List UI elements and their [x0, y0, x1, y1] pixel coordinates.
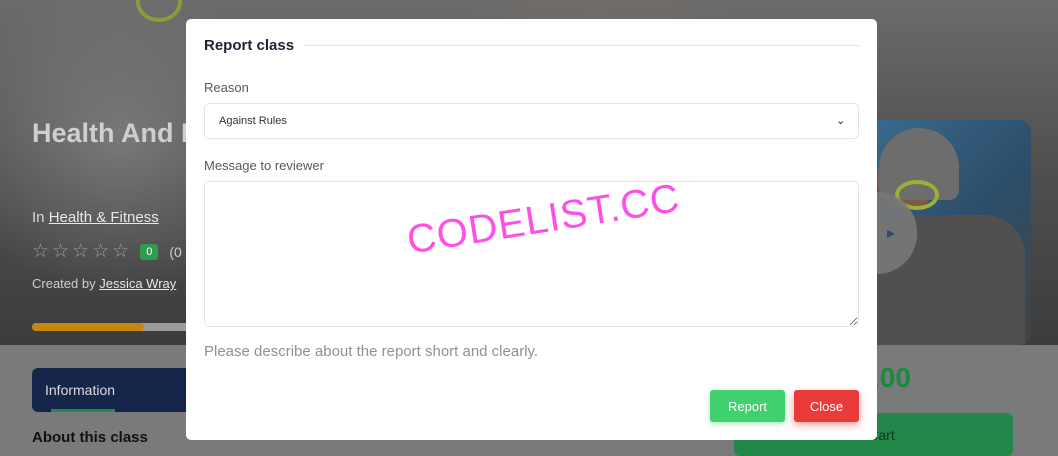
- modal-title-divider: [304, 45, 859, 46]
- star-outline-icon: ☆: [72, 240, 90, 262]
- category-link[interactable]: Health & Fitness: [49, 209, 159, 226]
- reason-label: Reason: [204, 80, 249, 95]
- course-progress-bar: [32, 323, 192, 331]
- course-preview-video[interactable]: ▸: [855, 120, 1031, 345]
- course-creator: Created by Jessica Wray: [32, 276, 176, 291]
- message-label: Message to reviewer: [204, 158, 324, 173]
- modal-header: Report class: [204, 37, 859, 54]
- star-outline-icon: ☆: [52, 240, 70, 262]
- course-category: In Health & Fitness: [32, 209, 159, 226]
- rating-badge: 0: [140, 243, 159, 260]
- modal-title: Report class: [204, 37, 295, 54]
- creator-prefix: Created by: [32, 276, 96, 291]
- close-button[interactable]: Close: [794, 390, 859, 422]
- about-section-title: About this class: [32, 429, 148, 446]
- star-outline-icon: ☆: [112, 240, 130, 262]
- category-prefix: In: [32, 209, 45, 226]
- play-icon: ▸: [886, 225, 895, 242]
- star-outline-icon: ☆: [92, 240, 110, 262]
- headphones-image: [136, 0, 182, 22]
- course-progress-fill: [32, 323, 144, 331]
- report-button[interactable]: Report: [710, 390, 785, 422]
- course-price: .00: [872, 362, 911, 393]
- tab-information-label: Information: [45, 382, 116, 398]
- helper-text: Please describe about the report short a…: [204, 343, 539, 360]
- creator-link[interactable]: Jessica Wray: [99, 276, 176, 291]
- tab-information[interactable]: Information: [32, 368, 192, 412]
- rating-count: (0: [169, 243, 182, 260]
- course-rating: ☆ ☆ ☆ ☆ ☆ 0 (0: [32, 242, 182, 261]
- star-outline-icon: ☆: [32, 240, 50, 262]
- tab-active-indicator: [51, 409, 115, 412]
- reason-select[interactable]: Against Rules: [204, 103, 859, 139]
